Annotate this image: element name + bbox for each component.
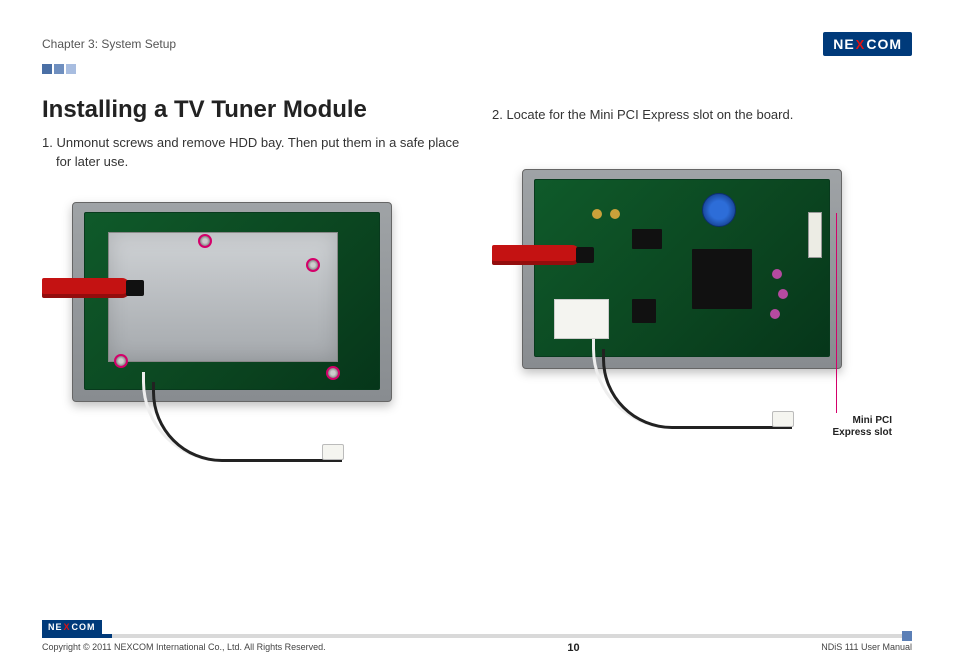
chapter-title: Chapter 3: System Setup <box>42 37 176 51</box>
page-number: 10 <box>567 642 579 654</box>
ic-chip <box>632 229 662 249</box>
figure-step-2: Mini PCI Express slot <box>492 149 892 449</box>
document-name: NDiS 111 User Manual <box>821 642 912 654</box>
power-connector <box>772 411 794 427</box>
screw-highlight-icon <box>114 354 128 368</box>
copyright-text: Copyright © 2011 NEXCOM International Co… <box>42 642 326 654</box>
brand-text-left: NE <box>833 36 854 52</box>
left-column: Installing a TV Tuner Module 1. Unmonut … <box>42 96 462 482</box>
step-1-text: 1. Unmonut screws and remove HDD bay. Th… <box>42 134 462 172</box>
power-connector <box>322 444 344 460</box>
ic-chip <box>632 299 656 323</box>
callout-text-line2: Express slot <box>833 427 892 438</box>
footer-row: Copyright © 2011 NEXCOM International Co… <box>42 642 912 654</box>
brand-logo: NE X COM <box>823 32 912 56</box>
sata-cable <box>42 278 130 298</box>
brand-text-x: X <box>64 622 71 632</box>
cpu-chip <box>692 249 752 309</box>
capacitor <box>592 209 602 219</box>
capacitor <box>610 209 620 219</box>
callout-line <box>836 213 837 413</box>
page-header: Chapter 3: System Setup NE X COM <box>42 30 912 58</box>
section-title: Installing a TV Tuner Module <box>42 96 462 124</box>
brand-text-right: COM <box>72 622 96 632</box>
step-2-text: 2. Locate for the Mini PCI Express slot … <box>492 106 912 125</box>
brand-text-right: COM <box>866 36 902 52</box>
mini-pci-express-slot <box>808 212 822 258</box>
page-footer: NE X COM Copyright © 2011 NEXCOM Interna… <box>42 634 912 654</box>
content-area: Installing a TV Tuner Module 1. Unmonut … <box>42 96 912 482</box>
screw-highlight-icon <box>306 258 320 272</box>
mini-pci-callout-label: Mini PCI Express slot <box>792 415 892 440</box>
brand-text-x: X <box>856 37 866 52</box>
right-column: 2. Locate for the Mini PCI Express slot … <box>492 96 912 482</box>
header-squares-decoration <box>42 64 912 74</box>
capacitor <box>772 269 782 279</box>
sata-cable <box>492 245 580 265</box>
screw-highlight-icon <box>198 234 212 248</box>
capacitor <box>778 289 788 299</box>
board-label-sticker <box>554 299 609 339</box>
brand-text-left: NE <box>48 622 63 632</box>
footer-divider <box>42 634 912 638</box>
capacitor <box>770 309 780 319</box>
figure-step-1 <box>42 182 442 482</box>
footer-brand-logo: NE X COM <box>42 620 102 634</box>
cmos-battery <box>702 193 736 227</box>
hdd-bay <box>108 232 338 362</box>
callout-text-line1: Mini PCI <box>853 415 892 426</box>
